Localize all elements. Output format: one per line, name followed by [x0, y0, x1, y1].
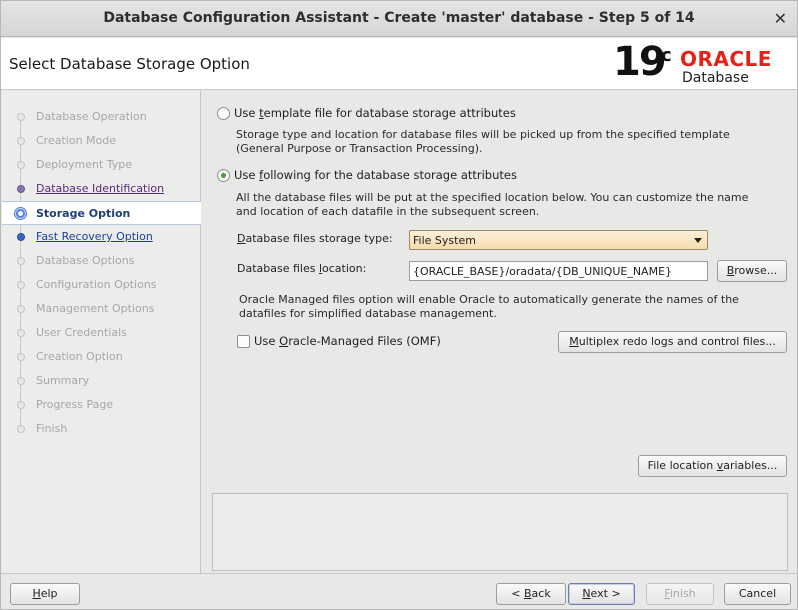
sidebar-item-label: User Credentials [36, 326, 127, 339]
sidebar-item-label[interactable]: Database Identification [36, 182, 164, 195]
help-button[interactable]: Help [10, 583, 80, 605]
following-attributes-description: All the database files will be put at th… [236, 191, 749, 218]
template-file-description: Storage type and location for database f… [236, 128, 730, 155]
sidebar-item-label: Database Options [36, 254, 135, 267]
browse-button[interactable]: Browse... [717, 260, 787, 282]
sidebar-item-user-credentials: User Credentials [2, 321, 201, 345]
sidebar-item-label: Finish [36, 422, 68, 435]
cancel-button[interactable]: Cancel [724, 583, 791, 605]
sidebar-item-label: Database Operation [36, 110, 147, 123]
sidebar-item-label: Creation Option [36, 350, 123, 363]
window-title: Database Configuration Assistant - Creat… [103, 10, 695, 26]
step-dot-icon [17, 329, 25, 337]
template-file-radio-label[interactable]: Use template file for database storage a… [234, 106, 516, 120]
step-dot-icon [17, 425, 25, 433]
following-attributes-radio-label[interactable]: Use following for the database storage a… [234, 168, 517, 182]
logo-version-suffix: c [661, 45, 672, 66]
storage-type-label: Database files storage type: [237, 232, 393, 245]
back-button[interactable]: < Back [496, 583, 566, 605]
button-bar: Help < Back Next > Finish Cancel [1, 573, 797, 609]
current-step-icon [14, 207, 27, 220]
sidebar-item-deployment-type: Deployment Type [2, 153, 201, 177]
step-dot-icon [17, 305, 25, 313]
chevron-down-icon [694, 238, 702, 243]
sidebar-item-label[interactable]: Fast Recovery Option [36, 230, 153, 243]
step-dot-icon [17, 401, 25, 409]
storage-option-panel: Use template file for database storage a… [202, 91, 797, 573]
sidebar-item-management-options: Management Options [2, 297, 201, 321]
storage-type-value: File System [413, 234, 476, 247]
sidebar-item-label: Deployment Type [36, 158, 133, 171]
sidebar-item-creation-option: Creation Option [2, 345, 201, 369]
step-dot-icon [17, 281, 25, 289]
next-button[interactable]: Next > [568, 583, 635, 605]
step-dot-icon [17, 257, 25, 265]
step-dot-icon [17, 113, 25, 121]
omf-checkbox-label[interactable]: Use Oracle-Managed Files (OMF) [254, 334, 441, 348]
files-location-label: Database files location: [237, 262, 367, 275]
template-file-radio[interactable] [217, 107, 230, 120]
sidebar-item-storage-option: Storage Option [2, 201, 201, 225]
files-location-input[interactable]: {ORACLE_BASE}/oradata/{DB_UNIQUE_NAME} [409, 261, 708, 281]
sidebar-item-creation-mode: Creation Mode [2, 129, 201, 153]
title-bar: Database Configuration Assistant - Creat… [1, 1, 797, 37]
logo-version: 19 [613, 39, 667, 85]
page-title: Select Database Storage Option [9, 55, 250, 73]
sidebar-item-summary: Summary [2, 369, 201, 393]
omf-checkbox[interactable] [237, 335, 250, 348]
oracle-logo: 19 c ORACLE Database [613, 39, 793, 87]
sidebar-item-label: Creation Mode [36, 134, 117, 147]
sidebar-item-database-options: Database Options [2, 249, 201, 273]
sidebar-item-label: Storage Option [36, 207, 131, 220]
step-dot-icon [17, 137, 25, 145]
sidebar-item-finish: Finish [2, 417, 201, 441]
step-dot-icon [17, 233, 25, 241]
sidebar-item-progress-page: Progress Page [2, 393, 201, 417]
sidebar-item-configuration-options: Configuration Options [2, 273, 201, 297]
dbca-window: Database Configuration Assistant - Creat… [0, 0, 798, 610]
message-area [212, 493, 788, 571]
file-location-variables-button[interactable]: File location variables... [638, 455, 787, 477]
logo-brand: ORACLE [680, 47, 772, 71]
sidebar-item-database-identification[interactable]: Database Identification [2, 177, 201, 201]
logo-product: Database [682, 70, 749, 86]
sidebar-item-label: Management Options [36, 302, 155, 315]
multiplex-redo-logs-button[interactable]: Multiplex redo logs and control files... [558, 331, 787, 353]
storage-type-select[interactable]: File System [409, 230, 708, 250]
steps-sidebar: Database Operation Creation Mode Deploym… [2, 91, 201, 573]
sidebar-item-label: Summary [36, 374, 90, 387]
finish-button: Finish [646, 583, 714, 605]
sidebar-item-database-operation: Database Operation [2, 105, 201, 129]
omf-note: Oracle Managed files option will enable … [239, 293, 739, 320]
close-icon[interactable]: ✕ [774, 9, 787, 28]
step-dot-icon [17, 353, 25, 361]
sidebar-item-label: Progress Page [36, 398, 114, 411]
sidebar-item-label: Configuration Options [36, 278, 157, 291]
sidebar-item-fast-recovery-option[interactable]: Fast Recovery Option [2, 225, 201, 249]
step-dot-icon [17, 161, 25, 169]
step-dot-icon [17, 185, 25, 193]
page-header: Select Database Storage Option 19 c ORAC… [1, 38, 797, 90]
following-attributes-radio[interactable] [217, 169, 230, 182]
step-dot-icon [17, 377, 25, 385]
